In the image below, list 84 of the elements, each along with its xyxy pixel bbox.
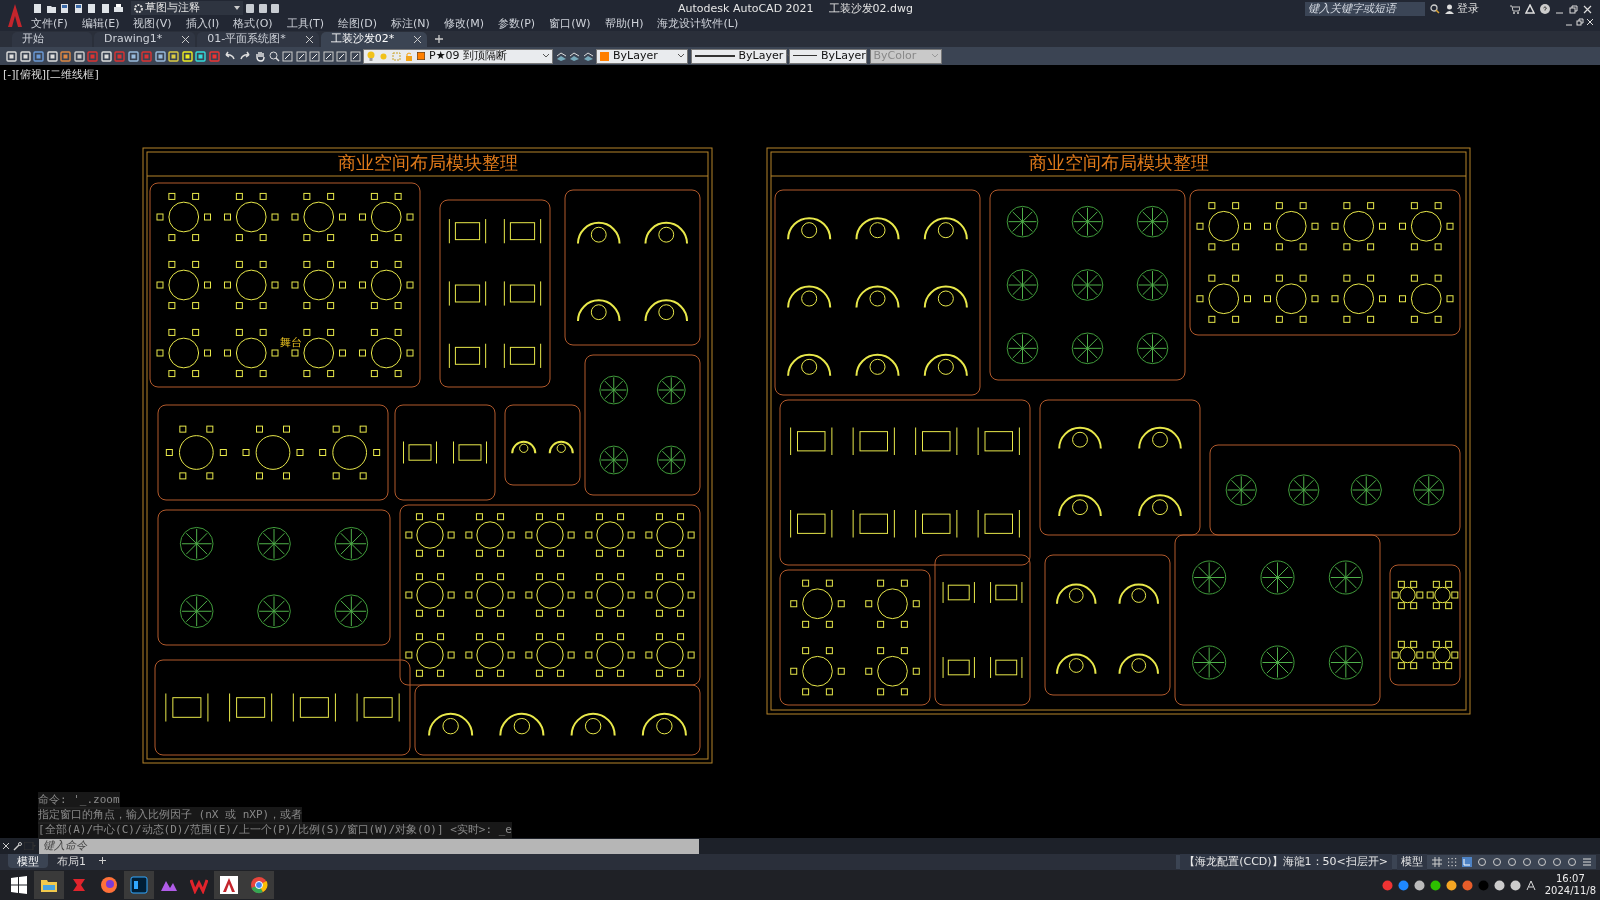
- close-icon[interactable]: [1586, 18, 1594, 26]
- linetype-dropdown[interactable]: ByLayer: [690, 48, 787, 64]
- menu-item[interactable]: 标注(N): [384, 16, 437, 31]
- menu-item[interactable]: 参数(P): [490, 16, 543, 31]
- help-icon[interactable]: [1540, 4, 1550, 15]
- letter-a-app-icon: [220, 876, 238, 894]
- save-icon[interactable]: [59, 2, 70, 14]
- restore-icon[interactable]: [1575, 18, 1584, 26]
- layer-dropdown[interactable]: P★09 到顶隔断: [363, 48, 553, 64]
- menu-item[interactable]: 编辑(E): [74, 16, 127, 31]
- menu-item[interactable]: 帮助(H): [597, 16, 651, 31]
- caret-icon: [233, 6, 240, 10]
- sheet-title: 商业空间布局模块整理: [1028, 152, 1209, 173]
- close-icon[interactable]: [1583, 4, 1592, 14]
- save-as-icon[interactable]: [72, 2, 84, 14]
- restore-icon[interactable]: [1569, 4, 1578, 14]
- start-icon: [10, 876, 28, 894]
- fox-browser-icon: [100, 876, 118, 894]
- viewport-frame-icon: [392, 51, 401, 61]
- menu-item[interactable]: 文件(F): [24, 16, 75, 31]
- search-field[interactable]: 键入关键字或短语: [1305, 2, 1425, 17]
- sign-in-button[interactable]: 登录: [1445, 1, 1505, 18]
- zoom-icon[interactable]: [268, 50, 280, 62]
- plus-icon[interactable]: [435, 35, 444, 43]
- layout-tab[interactable]: 模型: [8, 854, 48, 868]
- workspace-dropdown[interactable]: 草图与注释: [130, 1, 243, 15]
- command-input-field[interactable]: 键入命令: [38, 838, 699, 854]
- layout-tab[interactable]: 布局1: [48, 854, 95, 868]
- chrome-icon: [250, 876, 268, 894]
- document-tab[interactable]: 工装沙发02*: [320, 32, 428, 47]
- ps-button[interactable]: [124, 871, 154, 899]
- clock-time: 16:07: [1555, 873, 1585, 885]
- triangle-network-icon[interactable]: [1525, 4, 1535, 15]
- bowtie-icon: [70, 876, 88, 894]
- undo-icon[interactable]: [222, 51, 236, 61]
- line-sample-icon: [793, 55, 817, 57]
- menu-item[interactable]: 绘图(D): [330, 16, 385, 31]
- viewport-label[interactable]: [-][俯视][二维线框]: [3, 67, 99, 84]
- color-dropdown[interactable]: ByLayer: [596, 48, 688, 64]
- stage-label: 舞台: [280, 336, 302, 349]
- folder-button[interactable]: [34, 871, 64, 899]
- ps-icon: [130, 876, 148, 894]
- close-icon[interactable]: [414, 36, 422, 43]
- lightbulb-icon: [367, 51, 375, 61]
- clock-date: 2024/11/8: [1544, 885, 1596, 897]
- wrench-icon[interactable]: [12, 841, 22, 851]
- caret-icon: [678, 54, 684, 58]
- chrome-button[interactable]: [244, 871, 274, 899]
- user-icon: [1445, 4, 1454, 15]
- plus-icon[interactable]: [99, 857, 106, 864]
- caret-icon: [931, 54, 938, 58]
- close-icon[interactable]: [2, 842, 10, 850]
- letter-a-ime-icon[interactable]: [1525, 879, 1536, 891]
- caret-icon: [543, 54, 549, 58]
- redo-icon[interactable]: [238, 51, 253, 61]
- menu-item[interactable]: 格式(O): [226, 16, 280, 31]
- close-icon[interactable]: [305, 36, 313, 43]
- search-icon[interactable]: [1430, 4, 1440, 15]
- menu-item[interactable]: 插入(I): [178, 16, 227, 31]
- color-swatch-icon: [417, 52, 425, 60]
- clock[interactable]: 16:07 2024/11/8: [1544, 873, 1596, 897]
- menu-icon[interactable]: [1582, 857, 1592, 867]
- menu-item[interactable]: 修改(M): [436, 16, 491, 31]
- line-sample-icon: [694, 54, 735, 58]
- document-tab[interactable]: 01-平面系统图*: [197, 32, 319, 47]
- menu-item[interactable]: 工具(T): [279, 16, 331, 31]
- stack-icon[interactable]: [555, 50, 567, 62]
- snap-dots-icon[interactable]: [1447, 857, 1457, 867]
- lock-icon: [405, 51, 413, 61]
- menu-item[interactable]: 视图(V): [126, 16, 179, 31]
- sheet-title: 商业空间布局模块整理: [337, 152, 518, 173]
- sun-icon: [379, 51, 388, 61]
- close-icon[interactable]: [182, 36, 190, 43]
- menu-item[interactable]: 海龙设计软件(L): [650, 16, 746, 31]
- app-title: Autodesk AutoCAD 2021: [678, 1, 814, 17]
- document-tab[interactable]: Drawing1*: [94, 32, 196, 47]
- file-name: 工装沙发02.dwg: [828, 1, 914, 17]
- hand-icon[interactable]: [255, 50, 266, 62]
- letter-a-app-button[interactable]: [214, 871, 244, 899]
- cart-icon[interactable]: [1510, 4, 1520, 14]
- menu-item[interactable]: 窗口(W): [542, 16, 598, 31]
- document-tab[interactable]: 开始: [12, 32, 92, 47]
- gear-icon: [133, 3, 143, 13]
- grid-icon[interactable]: [1432, 857, 1442, 867]
